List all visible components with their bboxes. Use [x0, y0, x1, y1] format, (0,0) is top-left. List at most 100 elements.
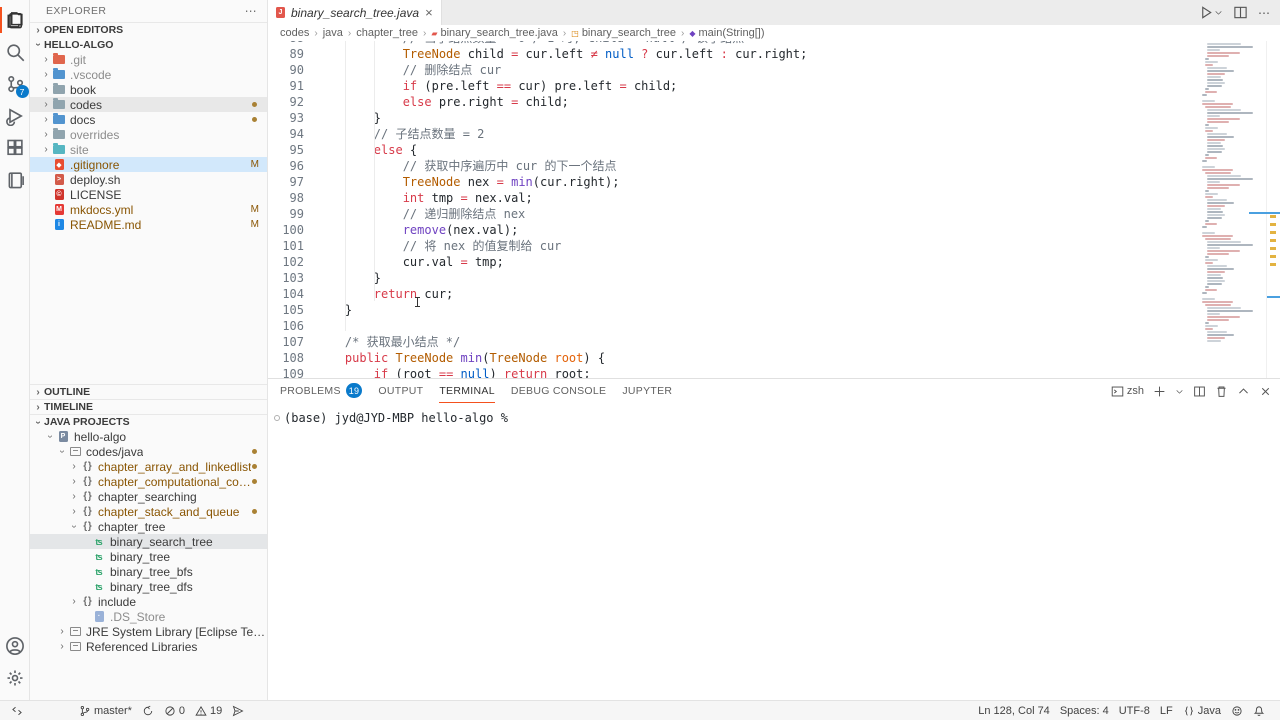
activitybar-settings[interactable] [0, 662, 30, 694]
split-editor-button[interactable] [1233, 5, 1248, 20]
code-line[interactable]: 109 if (root == null) return root; [268, 366, 1199, 378]
activitybar-notebook[interactable] [0, 164, 30, 196]
activitybar-source-control[interactable]: 7 [0, 68, 30, 100]
section-java-projects[interactable]: › JAVA PROJECTS [30, 414, 267, 429]
java-tree-item[interactable]: ›{ }include [30, 594, 267, 609]
explorer-item[interactable]: ›>deploy.sh [30, 172, 267, 187]
code-line[interactable]: 90 // 删除结点 cur [268, 62, 1199, 78]
explorer-item[interactable]: ›.git [30, 52, 267, 67]
code-line[interactable]: 101 // 将 nex 的值复制给 cur [268, 238, 1199, 254]
run-button[interactable] [1199, 5, 1223, 20]
shell-selector[interactable]: zsh [1111, 385, 1144, 398]
close-icon[interactable]: × [425, 5, 433, 20]
code-line[interactable]: 100 remove(nex.val); [268, 222, 1199, 238]
overview-ruler[interactable] [1266, 41, 1280, 378]
explorer-item[interactable]: ›©LICENSE [30, 187, 267, 202]
java-tree-item[interactable]: ›{ }chapter_tree [30, 519, 267, 534]
minimap[interactable] [1199, 41, 1266, 378]
panel-tab-debug-console[interactable]: DEBUG CONSOLE [511, 379, 607, 403]
activitybar-explorer[interactable] [0, 4, 30, 36]
maximize-panel-button[interactable] [1237, 385, 1250, 398]
code-line[interactable]: 95 else { [268, 142, 1199, 158]
java-tree-item[interactable]: ›{ }chapter_searching [30, 489, 267, 504]
statusbar-sync-changes[interactable] [137, 701, 159, 720]
code-line[interactable]: 107 /* 获取最小结点 */ [268, 334, 1199, 350]
java-tree-item[interactable]: ›·.DS_Store [30, 609, 267, 624]
java-tree-item[interactable]: ›ʦbinary_tree_dfs [30, 579, 267, 594]
statusbar-notifications[interactable] [1248, 701, 1270, 720]
explorer-item[interactable]: ›iREADME.mdM [30, 217, 267, 232]
statusbar-errors[interactable]: 0 [159, 701, 190, 720]
java-tree-item[interactable]: ›{ }chapter_stack_and_queue [30, 504, 267, 519]
java-tree-item[interactable]: ›ʦbinary_tree_bfs [30, 564, 267, 579]
explorer-item[interactable]: ›.vscode [30, 67, 267, 82]
java-tree-item[interactable]: ›ʦbinary_tree [30, 549, 267, 564]
java-tree-item[interactable]: ›{ }chapter_computational_complexity [30, 474, 267, 489]
section-open-editors[interactable]: › OPEN EDITORS [30, 22, 267, 37]
breadcrumb-item[interactable]: chapter_tree [356, 27, 418, 39]
java-tree-item[interactable]: ›ʦbinary_search_tree [30, 534, 267, 549]
code-line[interactable]: 99 // 递归删除结点 nex [268, 206, 1199, 222]
statusbar-eol[interactable]: LF [1155, 701, 1178, 720]
kill-terminal-button[interactable] [1215, 385, 1228, 398]
statusbar-broadcast[interactable] [227, 701, 249, 720]
explorer-item[interactable]: ›docs [30, 112, 267, 127]
terminal[interactable]: (base) jyd@JYD-MBP hello-algo % [268, 403, 1280, 700]
code-line[interactable]: 98 int tmp = nex.val; [268, 190, 1199, 206]
code-line[interactable]: 89 TreeNode child = cur.left ≠ null ? cu… [268, 46, 1199, 62]
code-line[interactable]: 93 } [268, 110, 1199, 126]
explorer-item[interactable]: ›◆.gitignoreM [30, 157, 267, 172]
split-terminal-button[interactable] [1193, 385, 1206, 398]
panel-tab-terminal[interactable]: TERMINAL [439, 379, 495, 403]
java-tree-item[interactable]: ›{ }chapter_array_and_linkedlist [30, 459, 267, 474]
breadcrumb-item[interactable]: ◆main(String[]) [689, 27, 764, 39]
java-tree-item[interactable]: ›Referenced Libraries [30, 639, 267, 654]
panel-tab-output[interactable]: OUTPUT [378, 379, 423, 403]
terminal-dropdown-icon[interactable] [1175, 387, 1184, 396]
code-line[interactable]: 104 return cur; [268, 286, 1199, 302]
code-line[interactable]: 97 TreeNode nex = min(cur.right); [268, 174, 1199, 190]
section-timeline[interactable]: › TIMELINE [30, 399, 267, 414]
breadcrumb-item[interactable]: java [323, 27, 343, 39]
breadcrumb-item[interactable]: ▰binary_search_tree.java [431, 27, 558, 39]
code-line[interactable]: 103 } [268, 270, 1199, 286]
code-line[interactable]: 105 } [268, 302, 1199, 318]
explorer-item[interactable]: ›codes [30, 97, 267, 112]
statusbar-warnings[interactable]: 19 [190, 701, 227, 720]
code-line[interactable]: 91 if (pre.left == cur) pre.left = child… [268, 78, 1199, 94]
explorer-item[interactable]: ›book [30, 82, 267, 97]
explorer-item[interactable]: ›Mmkdocs.ymlM [30, 202, 267, 217]
explorer-item[interactable]: ›site [30, 142, 267, 157]
activitybar-search[interactable] [0, 36, 30, 68]
statusbar-cursor-position[interactable]: Ln 128, Col 74 [973, 701, 1055, 720]
panel-tab-jupyter[interactable]: JUPYTER [622, 379, 672, 403]
java-tree-item[interactable]: ›JRE System Library [Eclipse Temurin 17 … [30, 624, 267, 639]
code-editor[interactable]: 88 // 当子结点数量 = 0 / 1 时, child = null / 该… [268, 41, 1199, 378]
panel-tab-problems[interactable]: PROBLEMS19 [280, 379, 362, 403]
activitybar-extensions[interactable] [0, 132, 30, 164]
code-line[interactable]: 92 else pre.right = child; [268, 94, 1199, 110]
explorer-item[interactable]: ›overrides [30, 127, 267, 142]
close-panel-button[interactable] [1259, 385, 1272, 398]
statusbar-remote-indicator[interactable] [6, 701, 28, 720]
statusbar-git-branch[interactable]: master* [74, 701, 137, 720]
statusbar-encoding[interactable]: UTF-8 [1114, 701, 1155, 720]
code-line[interactable]: 102 cur.val = tmp; [268, 254, 1199, 270]
code-line[interactable]: 96 // 获取中序遍历中 cur 的下一个结点 [268, 158, 1199, 174]
tab-binary-search-tree[interactable]: J binary_search_tree.java × [268, 0, 442, 25]
more-actions-icon[interactable]: ⋯ [245, 4, 257, 18]
breadcrumb-item[interactable]: ◳binary_search_tree [571, 27, 676, 39]
code-line[interactable]: 94 // 子结点数量 = 2 [268, 126, 1199, 142]
code-line[interactable]: 108 public TreeNode min(TreeNode root) { [268, 350, 1199, 366]
java-tree-item[interactable]: ›codes/java [30, 444, 267, 459]
java-tree-item[interactable]: ›Phello-algo [30, 429, 267, 444]
breadcrumb-item[interactable]: codes [280, 27, 309, 39]
section-outline[interactable]: › OUTLINE [30, 384, 267, 399]
code-line[interactable]: 106 [268, 318, 1199, 334]
activitybar-account[interactable] [0, 630, 30, 662]
more-actions-icon[interactable]: ⋯ [1258, 6, 1270, 20]
statusbar-indentation[interactable]: Spaces: 4 [1055, 701, 1114, 720]
section-root-folder[interactable]: › HELLO-ALGO [30, 37, 267, 52]
new-terminal-button[interactable] [1153, 385, 1166, 398]
statusbar-feedback[interactable] [1226, 701, 1248, 720]
